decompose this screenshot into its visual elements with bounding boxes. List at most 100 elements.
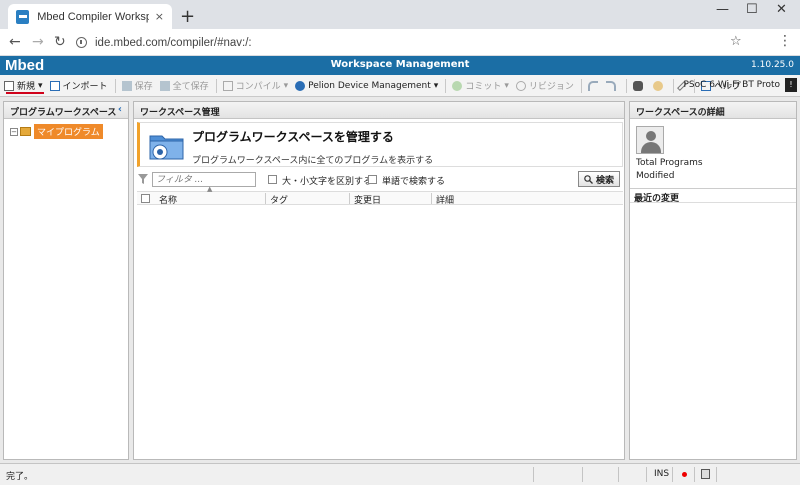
column-header-modified[interactable]: 変更日 xyxy=(354,193,381,206)
chevron-down-icon[interactable]: ▾ xyxy=(504,81,509,91)
revision-button-label: リビジョン xyxy=(528,82,574,92)
chevron-down-icon[interactable]: ▾ xyxy=(38,81,43,91)
column-divider[interactable] xyxy=(349,193,350,204)
url-field[interactable]: ide.mbed.com/compiler/#nav:/: xyxy=(76,33,766,52)
toolbar-divider xyxy=(625,78,627,93)
library-icon xyxy=(652,80,663,91)
user-head-icon xyxy=(646,131,656,141)
toolbar-divider xyxy=(215,78,217,93)
folder-gear-icon xyxy=(149,135,184,160)
undo-button[interactable] xyxy=(587,80,601,91)
sort-ascending-icon: ▲ xyxy=(207,185,213,193)
search-button-label: 検索 xyxy=(595,175,614,186)
network-status-icon[interactable] xyxy=(701,469,710,479)
total-programs-label: Total Programs xyxy=(636,158,703,168)
redo-icon xyxy=(605,80,616,91)
folder-icon xyxy=(20,127,31,136)
chevron-down-icon[interactable]: ▾ xyxy=(284,81,289,91)
avatar xyxy=(636,126,664,154)
target-board-selector[interactable]: PSoC 6 Wi-Fi BT Proto xyxy=(683,80,780,90)
new-button[interactable]: 新規 ▾ xyxy=(4,79,43,92)
tree-item-my-programs[interactable]: − マイプログラム xyxy=(10,124,128,139)
panel-title: ワークスペース管理 xyxy=(140,108,220,118)
pelion-button-label: Pelion Device Management xyxy=(308,80,431,91)
status-bar: 完了。 INS xyxy=(0,463,800,485)
status-divider xyxy=(618,467,619,482)
status-divider xyxy=(582,467,583,482)
toolbar-divider xyxy=(672,78,674,93)
forward-icon[interactable]: → xyxy=(32,34,44,50)
tree-expander-icon[interactable]: − xyxy=(10,127,18,136)
commit-button[interactable]: コミット ▾ xyxy=(452,79,509,92)
panel-title: ワークスペースの詳細 xyxy=(636,108,725,118)
revision-clock-icon xyxy=(515,80,526,91)
find-button[interactable] xyxy=(632,80,646,91)
reload-icon[interactable]: ↻ xyxy=(54,34,66,50)
bookmark-star-icon[interactable]: ☆ xyxy=(730,34,742,49)
new-button-label: 新規 xyxy=(17,82,36,92)
recent-changes-header: 最近の変更 xyxy=(630,188,796,204)
search-icon xyxy=(584,174,593,184)
program-workspace-panel: プログラムワークスペース ‹ − マイプログラム xyxy=(3,101,129,460)
case-sensitive-checkbox[interactable] xyxy=(268,175,277,184)
browser-tab-strip: Mbed Compiler Workspace Mana × + — ☐ ✕ xyxy=(0,0,800,29)
compile-icon xyxy=(222,80,233,91)
chevron-down-icon[interactable]: ▾ xyxy=(434,81,439,91)
compile-button[interactable]: コンパイル ▾ xyxy=(222,79,289,92)
target-dropdown-icon[interactable]: ! xyxy=(785,78,797,92)
revision-button[interactable]: リビジョン xyxy=(515,79,574,92)
workspace-management-panel: ワークスペース管理 プログラムワークスペースを管理する プログラムワークスペース… xyxy=(133,101,625,460)
maximize-icon[interactable]: ☐ xyxy=(746,2,758,17)
browser-tab[interactable]: Mbed Compiler Workspace Mana × xyxy=(8,4,172,29)
panel-title: プログラムワークスペース xyxy=(10,108,117,118)
library-button[interactable] xyxy=(652,80,666,91)
search-button[interactable]: 検索 xyxy=(578,171,620,187)
undo-icon xyxy=(587,80,598,91)
insert-mode-indicator: INS xyxy=(654,469,670,479)
status-divider xyxy=(646,467,647,482)
whole-word-checkbox[interactable] xyxy=(368,175,377,184)
select-all-checkbox[interactable] xyxy=(141,194,150,203)
collapse-panel-icon[interactable]: ‹ xyxy=(118,104,122,115)
case-sensitive-label: 大・小文字を区別する xyxy=(282,177,373,187)
filter-input[interactable] xyxy=(152,172,256,187)
column-header-details[interactable]: 詳細 xyxy=(436,193,454,206)
whole-word-label: 単語で検索する xyxy=(382,177,446,187)
mbed-favicon-icon xyxy=(16,9,30,24)
back-icon[interactable]: ← xyxy=(9,34,21,50)
new-button-highlight xyxy=(6,92,44,94)
panel-header: ワークスペース管理 xyxy=(134,102,624,119)
save-icon xyxy=(121,80,132,91)
import-icon xyxy=(49,80,60,91)
page-title: Workspace Management xyxy=(330,59,470,70)
redo-button[interactable] xyxy=(605,80,619,91)
commit-button-label: コミット xyxy=(465,82,502,92)
column-header-tags[interactable]: タグ xyxy=(270,193,288,206)
new-tab-button[interactable]: + xyxy=(180,6,195,27)
save-all-button[interactable]: 全て保存 xyxy=(159,79,209,92)
column-divider[interactable] xyxy=(431,193,432,204)
status-divider xyxy=(672,467,673,482)
app-header: Mbed Workspace Management 1.10.25.0 xyxy=(0,56,800,75)
column-header-name[interactable]: 名称 xyxy=(159,193,177,206)
close-window-icon[interactable]: ✕ xyxy=(776,2,787,17)
browser-tab-title: Mbed Compiler Workspace Mana xyxy=(37,10,149,23)
close-tab-icon[interactable]: × xyxy=(155,10,164,23)
toolbar-divider xyxy=(445,78,447,93)
browser-menu-icon[interactable]: ⋮ xyxy=(778,33,792,49)
recent-changes-title: 最近の変更 xyxy=(634,194,680,204)
import-button[interactable]: インポート xyxy=(49,79,108,92)
save-button[interactable]: 保存 xyxy=(121,79,153,92)
pelion-button[interactable]: Pelion Device Management ▾ xyxy=(295,80,439,91)
minimize-icon[interactable]: — xyxy=(716,2,729,17)
new-file-icon xyxy=(4,80,14,91)
column-divider[interactable] xyxy=(265,193,266,204)
import-button-label: インポート xyxy=(62,82,108,92)
save-all-icon xyxy=(159,80,170,91)
info-icon[interactable] xyxy=(76,37,87,48)
version-label: 1.10.25.0 xyxy=(751,60,794,70)
tree-item-label[interactable]: マイプログラム xyxy=(34,124,103,139)
toolbar-divider xyxy=(114,78,116,93)
url-text[interactable]: ide.mbed.com/compiler/#nav:/: xyxy=(95,37,252,49)
record-dot-icon xyxy=(682,472,687,477)
